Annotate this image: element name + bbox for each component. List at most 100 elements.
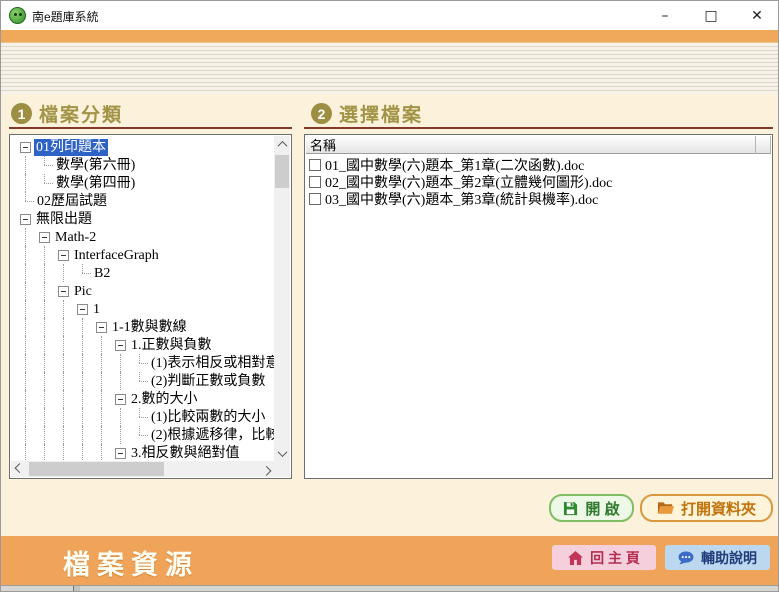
- file-checkbox[interactable]: [309, 176, 321, 188]
- title-bar: 南e題庫系統 – □ ✕: [1, 1, 779, 30]
- tree-elbow-line: [35, 174, 54, 192]
- close-icon[interactable]: ✕: [734, 1, 779, 30]
- tree-guide-line: [54, 264, 73, 282]
- tree-guide-line: [73, 336, 92, 354]
- tree-item-label[interactable]: B2: [92, 265, 112, 282]
- scroll-up-icon[interactable]: [274, 136, 290, 152]
- tree-item-label[interactable]: (1)比較兩數的大小: [149, 409, 267, 426]
- footer-title: 檔案資源: [63, 543, 199, 582]
- maximize-icon[interactable]: □: [688, 1, 734, 30]
- tree-item-label[interactable]: 02歷屆試題: [35, 193, 109, 210]
- column-header-name[interactable]: 名稱: [306, 136, 756, 154]
- horizontal-scrollbar-thumb[interactable]: [29, 462, 164, 476]
- minimize-icon[interactable]: –: [642, 1, 688, 30]
- tree-item-label[interactable]: 數學(第六冊): [54, 157, 137, 174]
- collapse-minus-icon[interactable]: [58, 286, 69, 297]
- tree-guide-line: [16, 228, 35, 246]
- tree-item-label[interactable]: 2.數的大小: [129, 391, 200, 408]
- tree-guide-line: [16, 264, 35, 282]
- tree-item[interactable]: 02歷屆試題: [16, 192, 274, 210]
- vertical-scrollbar[interactable]: [274, 136, 290, 461]
- tree-item[interactable]: 1.正數與負數: [16, 336, 274, 354]
- tree-guide-line: [111, 426, 130, 444]
- collapse-minus-icon[interactable]: [115, 394, 126, 405]
- file-checkbox[interactable]: [309, 159, 321, 171]
- tree-elbow-line: [130, 408, 149, 426]
- tree-item[interactable]: 1: [16, 300, 274, 318]
- tree-guide-line: [16, 372, 35, 390]
- tree-guide-line: [111, 408, 130, 426]
- tree-item[interactable]: (1)表示相反或相對意: [16, 354, 274, 372]
- tree-item-label[interactable]: Pic: [72, 283, 94, 300]
- tree-guide-line: [73, 390, 92, 408]
- collapse-minus-icon[interactable]: [20, 142, 31, 153]
- tree-elbow-line: [130, 372, 149, 390]
- tree-guide-line: [16, 282, 35, 300]
- column-header-stub: [756, 136, 771, 154]
- tree-item[interactable]: Math-2: [16, 228, 274, 246]
- tree-item[interactable]: InterfaceGraph: [16, 246, 274, 264]
- tree-item[interactable]: 01列印題本: [16, 138, 274, 156]
- tree-item[interactable]: 數學(第六冊): [16, 156, 274, 174]
- tree-item[interactable]: 2.數的大小: [16, 390, 274, 408]
- tree-item[interactable]: 3.相反數與絕對值: [16, 444, 274, 461]
- scroll-down-icon[interactable]: [274, 445, 290, 461]
- banner-stripe-band: [1, 43, 779, 94]
- help-button[interactable]: 輔助說明: [665, 545, 770, 570]
- file-row[interactable]: 01_國中數學(六)題本_第1章(二次函數).doc: [306, 156, 771, 173]
- tree-guide-line: [73, 354, 92, 372]
- tree-item-label[interactable]: (2)判斷正數或負數: [149, 373, 267, 390]
- tree-item-label[interactable]: 1: [91, 301, 102, 318]
- tree-guide-line: [111, 354, 130, 372]
- category-tree-panel: 01列印題本數學(第六冊)數學(第四冊)02歷屆試題無限出題Math-2Inte…: [9, 134, 292, 479]
- tree-item-label[interactable]: 1-1數與數線: [110, 319, 189, 336]
- collapse-minus-icon[interactable]: [58, 250, 69, 261]
- tree-item-label[interactable]: 01列印題本: [34, 139, 108, 156]
- tree-guide-line: [54, 354, 73, 372]
- collapse-minus-icon[interactable]: [115, 340, 126, 351]
- horizontal-scrollbar[interactable]: [11, 461, 274, 477]
- bottom-strip: [1, 585, 779, 592]
- tree-item-label[interactable]: InterfaceGraph: [72, 247, 161, 264]
- collapse-minus-icon[interactable]: [77, 304, 88, 315]
- collapse-minus-icon[interactable]: [20, 214, 31, 225]
- open-button[interactable]: 開 啟: [549, 494, 634, 522]
- scroll-left-icon[interactable]: [11, 461, 27, 477]
- open-folder-button[interactable]: 打開資料夾: [640, 494, 773, 522]
- tree-item-label[interactable]: 1.正數與負數: [129, 337, 214, 354]
- tree-guide-line: [73, 318, 92, 336]
- tree-item[interactable]: 數學(第四冊): [16, 174, 274, 192]
- open-folder-button-label: 打開資料夾: [681, 498, 756, 519]
- tree-item[interactable]: (1)比較兩數的大小: [16, 408, 274, 426]
- tree-item[interactable]: B2: [16, 264, 274, 282]
- tree-item-label[interactable]: Math-2: [53, 229, 98, 246]
- tree-item-label[interactable]: 3.相反數與絕對值: [129, 445, 242, 462]
- tree-guide-line: [16, 246, 35, 264]
- home-button[interactable]: 回 主 頁: [552, 545, 656, 570]
- tree-guide-line: [16, 426, 35, 444]
- tree-item[interactable]: 1-1數與數線: [16, 318, 274, 336]
- tree-item-label[interactable]: (1)表示相反或相對意: [149, 355, 274, 372]
- file-list-panel: 名稱 01_國中數學(六)題本_第1章(二次函數).doc02_國中數學(六)題…: [304, 134, 773, 479]
- scroll-right-icon[interactable]: [258, 461, 274, 477]
- vertical-scrollbar-thumb[interactable]: [275, 155, 289, 188]
- tree-item[interactable]: (2)判斷正數或負數: [16, 372, 274, 390]
- tree-guide-line: [73, 372, 92, 390]
- scrollbar-corner: [274, 461, 290, 477]
- file-row[interactable]: 03_國中數學(六)題本_第3章(統計與機率).doc: [306, 190, 771, 207]
- tree-guide-line: [35, 408, 54, 426]
- file-name[interactable]: 03_國中數學(六)題本_第3章(統計與機率).doc: [325, 189, 598, 209]
- tree-item[interactable]: 無限出題: [16, 210, 274, 228]
- file-checkbox[interactable]: [309, 193, 321, 205]
- collapse-minus-icon[interactable]: [39, 232, 50, 243]
- tree-guide-line: [92, 426, 111, 444]
- tree-guide-line: [16, 408, 35, 426]
- collapse-minus-icon[interactable]: [115, 448, 126, 459]
- collapse-minus-icon[interactable]: [96, 322, 107, 333]
- tree-item-label[interactable]: 數學(第四冊): [54, 175, 137, 192]
- tree-item[interactable]: (2)根據遞移律，比較: [16, 426, 274, 444]
- tree-item[interactable]: Pic: [16, 282, 274, 300]
- tree-item-label[interactable]: (2)根據遞移律，比較: [149, 427, 274, 444]
- tree-item-label[interactable]: 無限出題: [34, 211, 94, 228]
- file-row[interactable]: 02_國中數學(六)題本_第2章(立體幾何圖形).doc: [306, 173, 771, 190]
